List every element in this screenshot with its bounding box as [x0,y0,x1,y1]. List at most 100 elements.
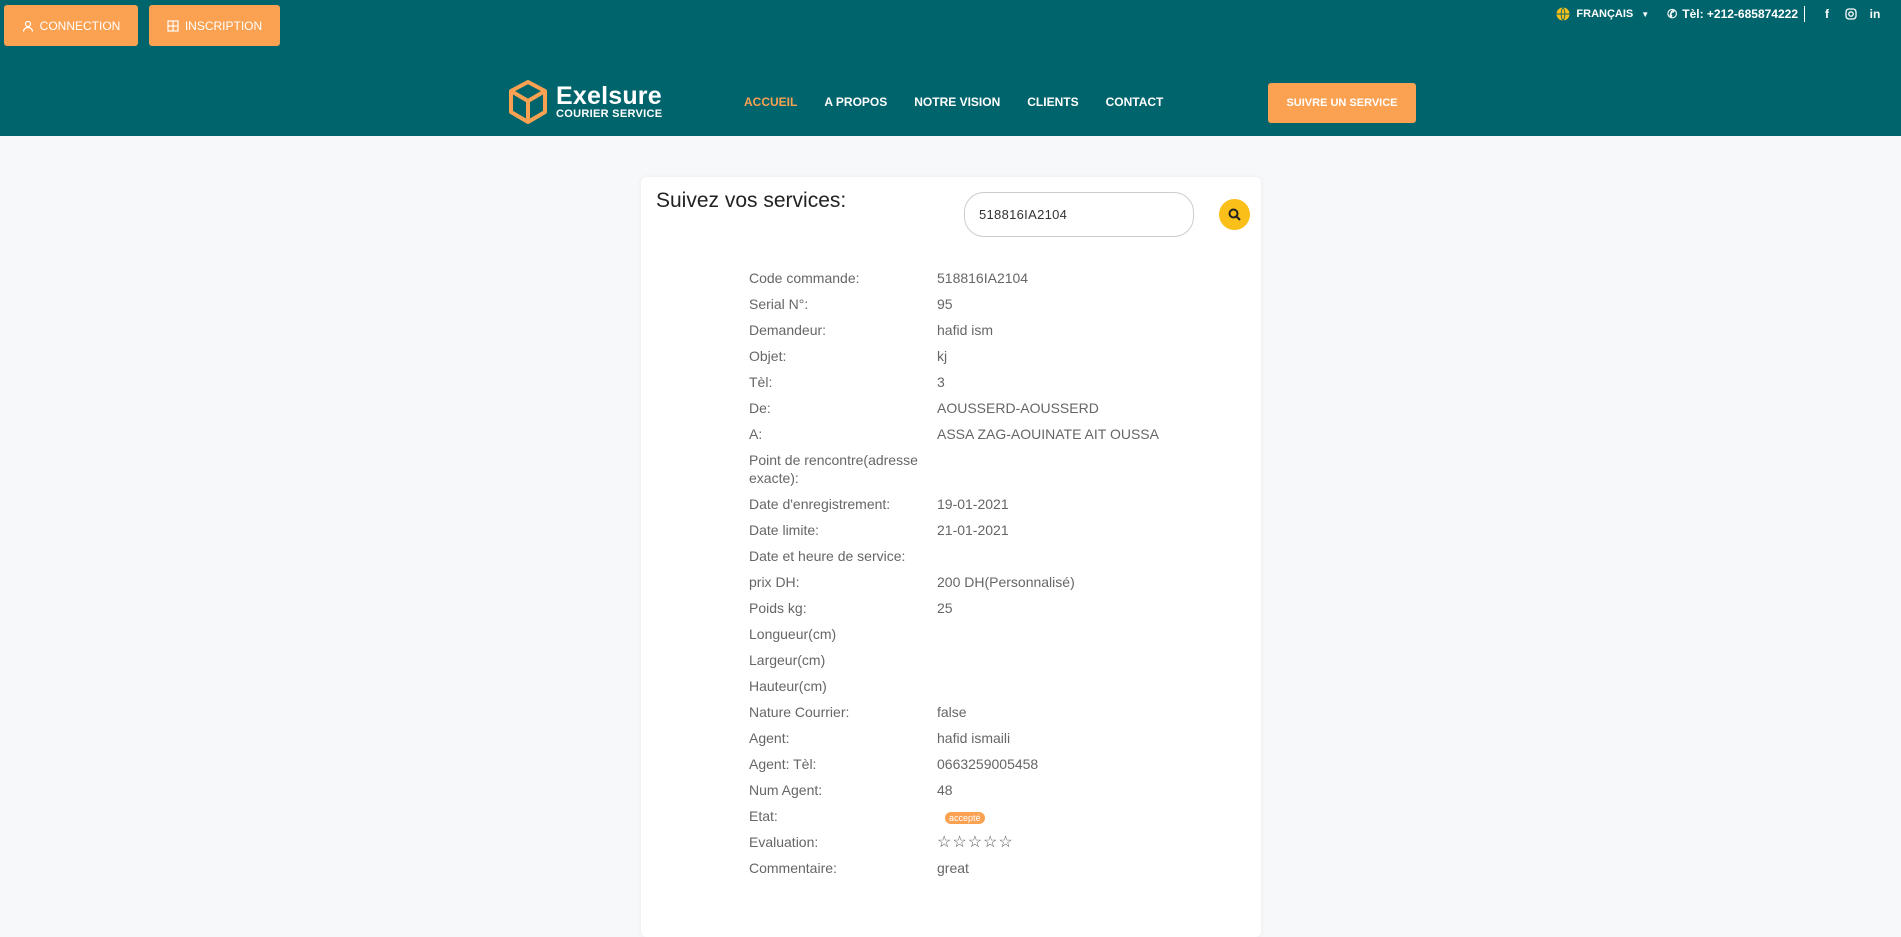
detail-value: 3 [937,374,945,390]
detail-label: Date d'enregistrement: [749,496,891,512]
detail-row: prix DH: 200 DH(Personnalisé) [749,569,1229,595]
detail-value: ASSA ZAG-AOUINATE AIT OUSSA [937,426,1159,442]
phone-number: Tèl: +212-685874222 [1682,7,1798,21]
detail-label: Commentaire: [749,860,837,876]
detail-row: Date d'enregistrement: 19-01-2021 [749,491,1229,517]
detail-label: Etat: [749,808,778,824]
detail-value: 200 DH(Personnalisé) [937,574,1075,590]
phone-contact: ✆ Tèl: +212-685874222 [1667,7,1798,21]
detail-value [937,677,1229,695]
status-badge: accepté [945,812,985,824]
track-service-button[interactable]: SUIVRE UN SERVICE [1268,83,1416,123]
detail-value: 518816IA2104 [937,270,1029,286]
detail-row-etat: Etat: accepté [749,803,1229,829]
star-icon[interactable]: ☆ [968,835,982,851]
grid-icon [167,19,179,32]
detail-value: hafid ism [937,322,994,338]
detail-label: Serial N°: [749,296,809,312]
detail-value: kj [937,348,948,364]
detail-row: Poids kg: 25 [749,595,1229,621]
connection-label: CONNECTION [39,18,121,33]
site-logo[interactable]: Exelsure COURIER SERVICE [508,80,662,124]
star-icon[interactable]: ☆ [998,835,1012,851]
detail-value: 19-01-2021 [937,496,1009,512]
detail-row: A: ASSA ZAG-AOUINATE AIT OUSSA [749,421,1229,447]
detail-row: Date et heure de service: [749,543,1229,569]
detail-label: Evaluation: [749,834,819,850]
detail-row: Agent: Tèl: 0663259005458 [749,751,1229,777]
detail-label: Objet: [749,348,787,364]
detail-value: 95 [937,296,953,312]
detail-value: 48 [937,782,953,798]
detail-label: Agent: Tèl: [749,756,817,772]
facebook-icon[interactable]: f [1819,6,1835,22]
star-icon[interactable]: ☆ [952,835,966,851]
detail-label: Longueur(cm) [749,626,837,642]
detail-row: Demandeur: hafid ism [749,317,1229,343]
inscription-button[interactable]: INSCRIPTION [149,5,280,46]
star-icon[interactable]: ☆ [937,835,951,851]
detail-label: prix DH: [749,574,800,590]
nav-notre-vision[interactable]: NOTRE VISION [914,95,1000,109]
detail-value: great [937,860,969,876]
detail-label: De: [749,400,771,416]
detail-row: Largeur(cm) [749,647,1229,673]
detail-row-evaluation: Evaluation: ☆ ☆ ☆ ☆ ☆ [749,829,1229,855]
language-selector[interactable]: FRANÇAIS ▼ [1556,7,1649,21]
nav-accueil[interactable]: ACCUEIL [744,95,797,109]
detail-value: hafid ismaili [937,730,1011,746]
linkedin-icon[interactable]: in [1867,6,1883,22]
detail-label: Nature Courrier: [749,704,850,720]
detail-row: Tèl: 3 [749,369,1229,395]
tracking-card: Suivez vos services: Code commande: 51881… [641,177,1261,937]
tracking-search-input[interactable] [964,192,1194,237]
detail-label: Num Agent: [749,782,823,798]
detail-row: Code commande: 518816IA2104 [749,265,1229,291]
language-label: FRANÇAIS [1576,8,1634,20]
detail-row: Hauteur(cm) [749,673,1229,699]
search-icon [1228,208,1241,221]
rating-stars: ☆ ☆ ☆ ☆ ☆ [937,835,1013,851]
site-header: CONNECTION INSCRIPTION FRANÇAIS ▼ ✆ Tèl:… [0,0,1901,136]
detail-label: Poids kg: [749,600,807,616]
search-button[interactable] [1219,199,1250,230]
nav-clients[interactable]: CLIENTS [1027,95,1078,109]
box-logo-icon [509,80,547,124]
detail-row: Longueur(cm) [749,621,1229,647]
detail-label: Point de rencontre(adresse exacte): [749,452,918,486]
detail-row: Point de rencontre(adresse exacte): [749,447,1229,491]
detail-row: Agent: hafid ismaili [749,725,1229,751]
detail-value: AOUSSERD-AOUSSERD [937,400,1099,416]
detail-value [937,451,1229,487]
chevron-down-icon: ▼ [1641,9,1650,19]
detail-row-commentaire: Commentaire: great [749,855,1229,881]
detail-label: Hauteur(cm) [749,678,827,694]
detail-value [937,651,1229,669]
phone-icon: ✆ [1667,7,1678,21]
connection-button[interactable]: CONNECTION [4,5,138,46]
star-icon[interactable]: ☆ [983,835,997,851]
detail-value: 21-01-2021 [937,522,1009,538]
nav-contact[interactable]: CONTACT [1106,95,1164,109]
tracking-details: Code commande: 518816IA2104 Serial N°: 95 De… [749,265,1229,881]
detail-value: 0663259005458 [937,756,1039,772]
detail-value [937,547,1229,565]
nav-a-propos[interactable]: A PROPOS [824,95,887,109]
detail-row: Nature Courrier: false [749,699,1229,725]
detail-label: A: [749,426,763,442]
detail-row: Serial N°: 95 [749,291,1229,317]
user-icon [22,20,33,32]
top-contact-bar: FRANÇAIS ▼ ✆ Tèl: +212-685874222 f in [1556,5,1883,23]
detail-label: Agent: [749,730,790,746]
detail-row: Date limite: 21-01-2021 [749,517,1229,543]
detail-value [937,625,1229,643]
detail-label: Date et heure de service: [749,548,906,564]
brand-tagline: COURIER SERVICE [556,108,663,120]
tracking-title: Suivez vos services: [656,189,847,212]
inscription-label: INSCRIPTION [184,18,263,33]
instagram-icon[interactable] [1843,6,1859,22]
divider [1804,6,1805,22]
detail-label: Largeur(cm) [749,652,826,668]
detail-value: 25 [937,600,953,616]
brand-name: Exelsure [556,82,662,110]
